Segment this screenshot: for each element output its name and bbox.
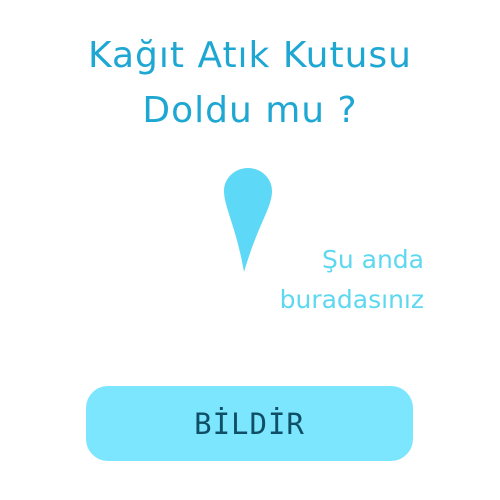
current-location-label: Şu anda buradasınız	[280, 240, 424, 320]
current-location-line-2: buradasınız	[279, 285, 424, 314]
page-title: Kağıt Atık Kutusu Doldu mu ?	[0, 28, 500, 138]
current-location-line-1: Şu anda	[321, 245, 424, 274]
report-button[interactable]: BİLDİR	[86, 386, 413, 461]
page: Kağıt Atık Kutusu Doldu mu ? Şu anda bur…	[0, 0, 500, 500]
page-title-line-2: Doldu mu ?	[142, 90, 358, 131]
page-title-line-1: Kağıt Atık Kutusu	[88, 35, 412, 76]
map-pin-icon	[224, 168, 272, 272]
